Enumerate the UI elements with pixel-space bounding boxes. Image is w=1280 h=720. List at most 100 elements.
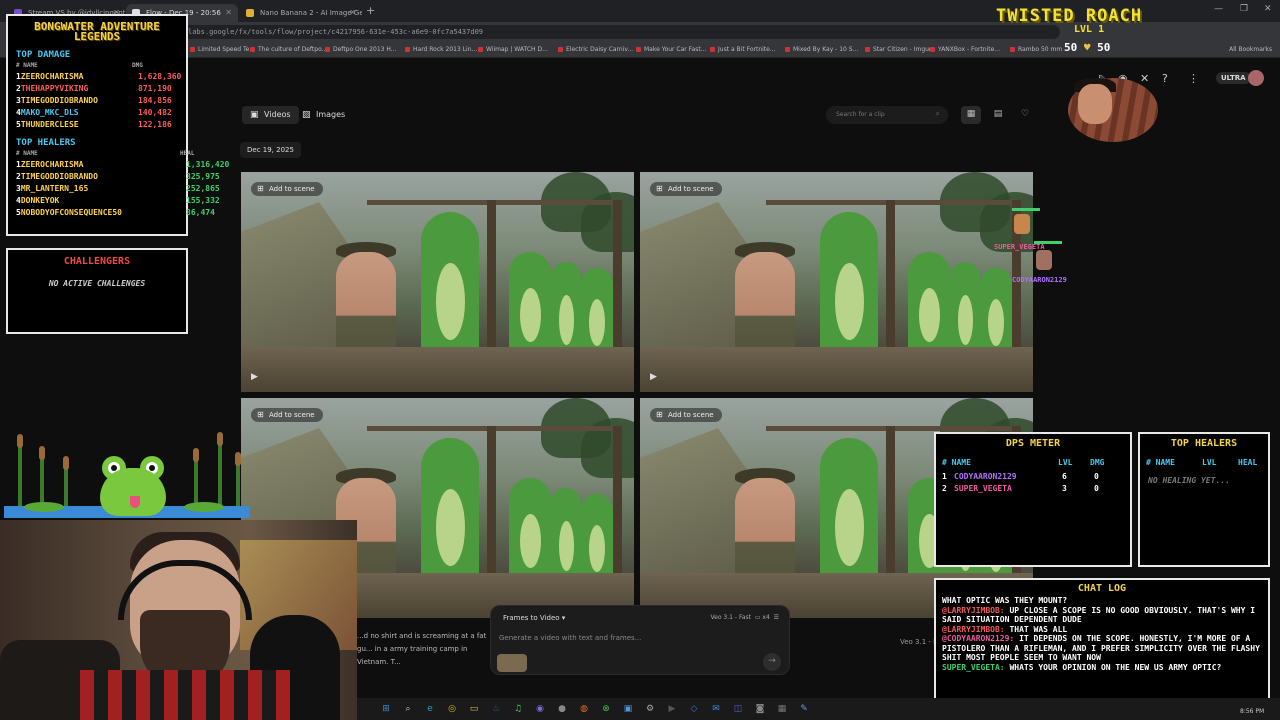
discord-icon[interactable]: ◉ xyxy=(533,702,547,716)
tab-images[interactable]: ▨ Images xyxy=(294,106,353,124)
obs-icon[interactable]: ● xyxy=(555,702,569,716)
send-icon[interactable]: → xyxy=(763,653,781,671)
mail-icon[interactable]: ✉ xyxy=(709,702,723,716)
tier-badge: ULTRA xyxy=(1216,72,1251,84)
col-name: # NAME xyxy=(942,458,971,467)
banana-icon xyxy=(246,9,254,17)
add-scene-icon: ⊞ xyxy=(656,410,663,419)
bookmark[interactable]: YANXBox - Fortnite... xyxy=(930,46,1000,53)
xbox-icon[interactable]: ⊗ xyxy=(599,702,613,716)
camera-icon[interactable]: ◙ xyxy=(753,702,767,716)
list-view-icon[interactable]: ▤ xyxy=(988,106,1008,124)
frame-thumbnail[interactable] xyxy=(497,654,527,672)
add-scene-label: Add to scene xyxy=(269,411,315,419)
more-icon[interactable]: ⋮ xyxy=(1188,72,1199,85)
frog-icon xyxy=(100,468,166,516)
title-line: LEGENDS xyxy=(73,30,121,43)
close-window-icon[interactable]: ✕ xyxy=(1264,4,1272,14)
mode-select[interactable]: Frames to Video ▾ xyxy=(503,614,565,622)
player-level: 6 xyxy=(1062,472,1067,481)
bookmark[interactable]: Limited Speed Te... xyxy=(190,46,255,53)
chat-messages: WHAT OPTIC WAS THEY MOUNT? @LARRYJIMBOB: … xyxy=(942,596,1266,672)
add-to-scene-button[interactable]: ⊞ Add to scene xyxy=(251,408,323,422)
settings-icon[interactable]: ⚙ xyxy=(643,702,657,716)
grid-view-icon[interactable]: ▦ xyxy=(961,106,981,124)
favorites-icon[interactable]: ♡ xyxy=(1015,106,1035,124)
leaderboard-row: 4MAKO_MKC_DLS 140,482 xyxy=(16,108,196,120)
bookmark[interactable]: Mixed By Kay - 10 S... xyxy=(785,46,858,53)
sprite-label: CODYAARON2129 xyxy=(1012,276,1067,284)
dps-title: DPS METER xyxy=(1005,438,1061,449)
bookmark[interactable]: Rambo 50 mm xyxy=(1010,46,1062,53)
notepad-icon[interactable]: ✎ xyxy=(797,702,811,716)
player-value: 86,474 xyxy=(186,208,215,217)
calc-icon[interactable]: ▦ xyxy=(775,702,789,716)
chat-text: THAT WAS ALL xyxy=(1009,624,1068,634)
tab-videos[interactable]: ▣ Videos xyxy=(242,106,299,124)
player-damage: 0 xyxy=(1094,484,1099,493)
bookmark[interactable]: Electric Daisy Carniv... xyxy=(558,46,633,53)
add-to-scene-button[interactable]: ⊞ Add to scene xyxy=(650,182,722,196)
player-name: THUNDERCLESE xyxy=(20,120,79,129)
col-heal: HEAL xyxy=(1238,458,1258,467)
player-value: 325,975 xyxy=(186,172,220,181)
spotify-icon[interactable]: ♫ xyxy=(511,702,525,716)
frog-pond-art xyxy=(4,430,250,520)
edge-icon[interactable]: e xyxy=(423,702,437,716)
play-icon[interactable]: ▶ xyxy=(650,372,657,382)
video-thumbnail[interactable]: ⊞ Add to scene ▶ xyxy=(241,172,634,392)
bookmark[interactable]: Star Citizen - Imgur xyxy=(865,46,931,53)
minimize-icon[interactable]: — xyxy=(1214,4,1223,14)
terminal-icon[interactable]: ▶ xyxy=(665,702,679,716)
player-name: ZEEROCHARISMA xyxy=(20,160,84,169)
close-icon[interactable]: ✕ xyxy=(225,8,232,17)
bookmark[interactable]: The culture of Deftpo... xyxy=(250,46,327,53)
leaderboard-row: 1ZEEROCHARISMA 1,628,360 xyxy=(16,72,196,84)
prompt-input[interactable]: Generate a video with text and frames... xyxy=(499,634,641,642)
taskbar: ⊞ ⌕ e ◎ ▭ ♨ ♫ ◉ ● ◍ ⊗ ▣ ⚙ ▶ ◇ ✉ ◫ ◙ ▦ ✎ xyxy=(357,698,1280,720)
search-input[interactable]: Search for a clip ⌕ xyxy=(826,106,948,124)
help-icon[interactable]: ? xyxy=(1162,72,1168,85)
count-label: x4 xyxy=(762,614,770,621)
maximize-icon[interactable]: ❐ xyxy=(1240,4,1248,14)
healers-title: TOP HEALERS xyxy=(1170,438,1238,449)
clock: 8:56 PM xyxy=(1240,708,1265,715)
bookmark[interactable]: Make Your Car Fast... xyxy=(636,46,706,53)
bookmark[interactable]: Wiimap | WATCH D... xyxy=(478,46,548,53)
leaderboard-row: 3MR_LANTERN_165 252,865 xyxy=(16,184,220,196)
url-field[interactable]: labs.google/fx/tools/flow/project/c42179… xyxy=(180,25,1060,39)
add-to-scene-button[interactable]: ⊞ Add to scene xyxy=(650,408,722,422)
model-settings[interactable]: Veo 3.1 - Fast ▭ x4 ☰ xyxy=(711,614,779,621)
bookmark[interactable]: Just a Bit Fortnite... xyxy=(710,46,776,53)
chat-message: @LARRYJIMBOB: UP CLOSE A SCOPE IS NO GOO… xyxy=(942,606,1266,625)
challengers-title: CHALLENGERS xyxy=(63,256,131,267)
settings-icon[interactable]: ☰ xyxy=(774,614,779,621)
leaderboard-row: 5NOBODYOFCONSEQUENCE50 86,474 xyxy=(16,208,215,220)
close-icon[interactable]: ✕ xyxy=(349,8,356,17)
top-damage-heading: TOP DAMAGE xyxy=(16,50,71,60)
player-hp-bar xyxy=(1034,241,1062,244)
explorer-icon[interactable]: ▭ xyxy=(467,702,481,716)
video-thumbnail[interactable]: ⊞ Add to scene ▶ xyxy=(640,172,1033,392)
search-icon[interactable]: ⌕ xyxy=(401,702,415,716)
store-icon[interactable]: ◫ xyxy=(731,702,745,716)
tab-nano-banana[interactable]: Nano Banana 2 - AI Image Gen ✕ xyxy=(240,4,362,22)
steam-icon[interactable]: ♨ xyxy=(489,702,503,716)
all-bookmarks[interactable]: All Bookmarks xyxy=(1229,46,1272,53)
player-value: 871,190 xyxy=(138,84,172,93)
new-tab-button[interactable]: + xyxy=(366,4,375,17)
add-to-scene-button[interactable]: ⊞ Add to scene xyxy=(251,182,323,196)
chat-message: WHAT OPTIC WAS THEY MOUNT? xyxy=(942,596,1266,606)
play-icon[interactable]: ▶ xyxy=(251,372,258,382)
vscode-icon[interactable]: ◇ xyxy=(687,702,701,716)
windows-icon[interactable]: ⊞ xyxy=(379,702,393,716)
bookmark[interactable]: Hard Rock 2013 Lin... xyxy=(405,46,477,53)
bookmark[interactable]: Deftpo One 2013 H... xyxy=(325,46,397,53)
player-value: 1,628,360 xyxy=(138,72,182,81)
avatar[interactable] xyxy=(1248,70,1264,86)
player-name: MR_LANTERN_165 xyxy=(20,184,89,193)
firefox-icon[interactable]: ◍ xyxy=(577,702,591,716)
photos-icon[interactable]: ▣ xyxy=(621,702,635,716)
leaderboard-row: 5THUNDERCLESE 122,186 xyxy=(16,120,196,132)
chrome-icon[interactable]: ◎ xyxy=(445,702,459,716)
